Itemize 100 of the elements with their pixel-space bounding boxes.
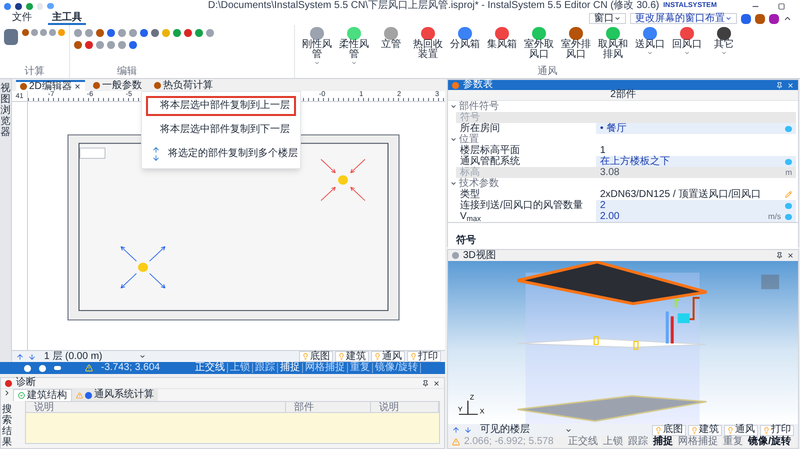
property-value-field[interactable]: 3.08 m bbox=[596, 167, 796, 178]
return-diffuser-drawing[interactable] bbox=[320, 158, 366, 202]
property-name: 标高 bbox=[456, 167, 596, 178]
layer-toggle[interactable]: 通风 bbox=[371, 351, 405, 362]
warning-icon bbox=[452, 438, 460, 446]
side-label[interactable]: 搜索结果 bbox=[2, 404, 12, 448]
layer-toggle[interactable]: 通风 bbox=[724, 424, 758, 436]
bulb-icon bbox=[302, 353, 309, 360]
floor-down-icon[interactable] bbox=[464, 426, 472, 434]
property-value-field[interactable]: 2 bbox=[596, 200, 796, 211]
ribbon-tool-button[interactable]: 取风和排风 bbox=[595, 27, 631, 60]
ribbon-tool-button[interactable]: 回风口 bbox=[669, 27, 705, 56]
document-tab[interactable]: 热负荷计算 bbox=[150, 80, 217, 91]
menu-item[interactable]: 将选定的部件复制到多个楼层 bbox=[146, 144, 296, 164]
pencil-icon bbox=[785, 191, 792, 198]
document-tab[interactable]: 一般参数 bbox=[88, 80, 146, 91]
snap-mode-toggle[interactable]: 镜像/旋转 bbox=[373, 363, 421, 373]
floor-up-icon[interactable] bbox=[16, 352, 24, 360]
panel-title: 3D视图 bbox=[463, 250, 496, 260]
floor-select[interactable]: 1 层 (0.00 m) bbox=[40, 351, 150, 362]
snap-mode-toggle[interactable]: 正交线 bbox=[566, 437, 602, 447]
caret-icon bbox=[721, 50, 727, 56]
unit-label: m/s bbox=[768, 212, 781, 220]
layer-toggle[interactable]: 底图 bbox=[299, 351, 333, 362]
property-value-field[interactable]: 2.00 m/s bbox=[596, 211, 796, 222]
ribbon-tool-button[interactable]: 热回收装置 bbox=[410, 27, 446, 60]
diagnostics-tab[interactable]: 通风系统计算 bbox=[72, 389, 158, 401]
snap-mode-toggle[interactable]: 跟踪 bbox=[253, 363, 278, 373]
snap-mode-toggle[interactable]: 重复 bbox=[348, 363, 374, 373]
close-icon[interactable] bbox=[787, 252, 794, 259]
property-description: 符号 bbox=[456, 235, 476, 246]
side-panel-tab[interactable]: 视图浏览器 bbox=[0, 79, 12, 362]
snap-mode-toggle[interactable]: 上锁 bbox=[228, 363, 254, 373]
collapse-ribbon-icon[interactable] bbox=[783, 14, 792, 23]
selection-summary: 2部件 bbox=[610, 90, 636, 100]
snap-mode-toggle[interactable]: 跟踪 bbox=[626, 437, 652, 447]
document-tab[interactable]: 2D编辑器 bbox=[16, 80, 85, 91]
diagnostics-tab[interactable]: 建筑结构 bbox=[13, 389, 72, 401]
view-cube-drawing bbox=[761, 274, 780, 290]
cursor-coordinates: -3.743; 3.604 bbox=[101, 363, 160, 373]
caret-icon bbox=[725, 15, 732, 22]
caret-icon bbox=[684, 50, 690, 56]
panel-title: 诊断 bbox=[16, 378, 36, 388]
menu-item[interactable]: 将本层选中部件复制到下一层 bbox=[146, 120, 296, 140]
property-value-field[interactable]: 在上方楼板之下 bbox=[596, 156, 796, 167]
ribbon-tool-button[interactable]: 室外排风口 bbox=[558, 27, 594, 60]
visible-floors-select[interactable]: 可见的楼层 bbox=[476, 424, 576, 436]
snap-mode-toggle[interactable]: 上锁 bbox=[601, 437, 626, 447]
unit-label: m bbox=[785, 168, 792, 176]
caret-icon bbox=[647, 50, 653, 56]
ribbon-tool-button[interactable]: 其它 bbox=[706, 27, 742, 56]
close-icon[interactable] bbox=[433, 380, 440, 386]
ribbon-tool-button[interactable]: 送风口 bbox=[632, 27, 668, 56]
layout-select[interactable]: 更改屏幕的窗口布置 bbox=[630, 13, 737, 24]
supply-diffuser-drawing[interactable] bbox=[120, 246, 166, 288]
ribbon-tool-button[interactable]: 室外取风口 bbox=[521, 27, 557, 60]
section-toggle-icon[interactable] bbox=[450, 180, 457, 187]
layer-toggle[interactable]: 建筑 bbox=[688, 424, 722, 436]
snap-mode-toggle[interactable]: 捕捉 bbox=[651, 437, 676, 447]
section-toggle-icon[interactable] bbox=[450, 103, 457, 110]
ribbon-tool-button[interactable]: 立管 bbox=[373, 27, 409, 50]
layer-toggle[interactable]: 打印 bbox=[407, 351, 441, 362]
warning-icon bbox=[76, 392, 83, 398]
snap-mode-toggle[interactable]: 镜像/旋转 bbox=[746, 437, 794, 447]
menu-item[interactable]: 将本层选中部件复制到上一层 bbox=[146, 96, 296, 116]
group-label: 计算 bbox=[24, 67, 46, 78]
floor-up-icon[interactable] bbox=[452, 426, 460, 434]
ventilation-unit-drawing bbox=[666, 296, 700, 344]
caret-icon bbox=[351, 60, 357, 66]
expand-icon[interactable] bbox=[3, 389, 11, 397]
snap-mode-toggle[interactable]: 网格捕捉 bbox=[303, 363, 348, 373]
bulb-icon bbox=[655, 426, 662, 434]
restore-icon[interactable] bbox=[778, 2, 785, 10]
diffuser-marker bbox=[594, 336, 599, 346]
cursor-coordinates: 2.066; -6.992; 5.578 bbox=[464, 437, 554, 447]
section-title: 技术参数 bbox=[459, 178, 499, 188]
double-arrow-icon bbox=[152, 146, 160, 162]
snap-mode-toggle[interactable]: 重复 bbox=[721, 437, 746, 447]
layer-toggle[interactable]: 建筑 bbox=[335, 351, 369, 362]
layer-toggle[interactable]: 底图 bbox=[652, 424, 686, 436]
section-toggle-icon[interactable] bbox=[450, 136, 457, 143]
ribbon-tool-button[interactable]: 集风箱 bbox=[484, 27, 520, 50]
property-value-field[interactable] bbox=[596, 112, 796, 123]
snap-mode-toggle[interactable]: 捕捉 bbox=[278, 363, 304, 373]
panel-title: 参数表 bbox=[463, 80, 493, 90]
ribbon-tool-button[interactable]: 柔性风管 bbox=[336, 27, 372, 66]
warning-icon bbox=[85, 364, 93, 372]
floor-down-icon[interactable] bbox=[28, 352, 36, 360]
caret-icon bbox=[314, 60, 320, 66]
window-menu[interactable]: 窗口 bbox=[589, 13, 626, 24]
bulb-icon bbox=[691, 426, 698, 434]
ribbon-tool-button[interactable]: 分风箱 bbox=[447, 27, 483, 50]
caret-icon bbox=[565, 426, 572, 434]
menu-tab[interactable]: 文件 bbox=[8, 12, 36, 24]
property-value-field[interactable]: • 餐厅 bbox=[596, 123, 796, 134]
section-title: 位置 bbox=[459, 134, 479, 144]
ribbon-tool-button[interactable]: 刚性风管 bbox=[299, 27, 335, 66]
snap-mode-toggle[interactable]: 正交线 bbox=[193, 363, 228, 373]
snap-mode-toggle[interactable]: 网格捕捉 bbox=[676, 437, 722, 447]
layer-toggle[interactable]: 打印 bbox=[760, 424, 794, 436]
